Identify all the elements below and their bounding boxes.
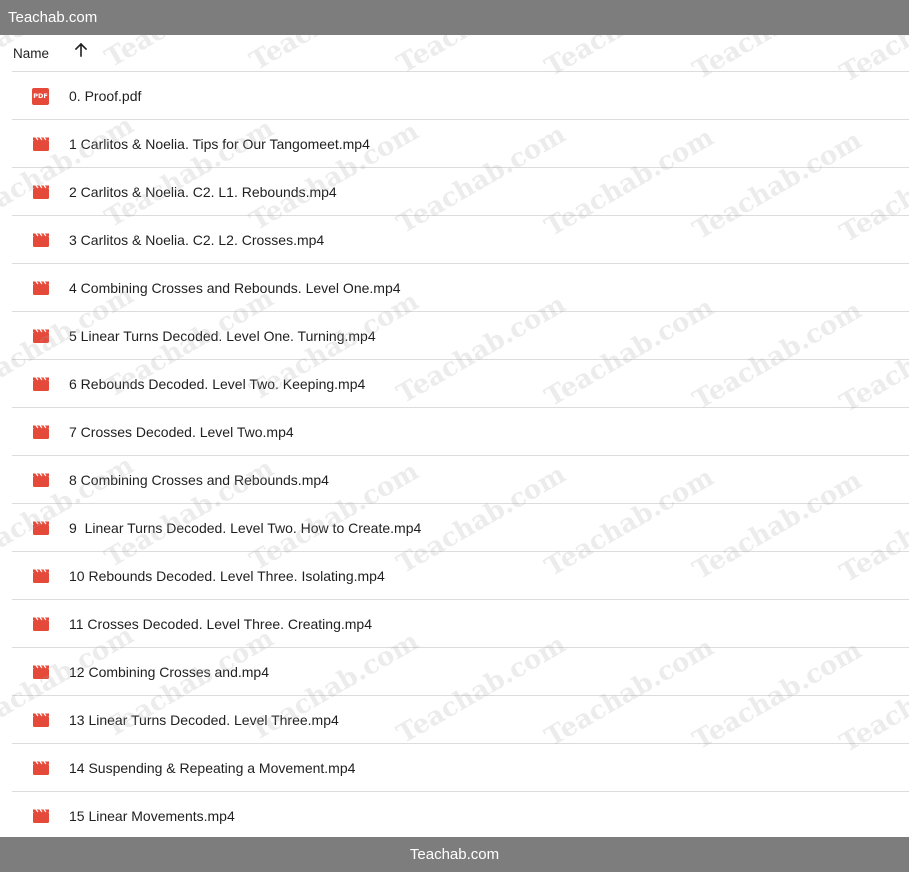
video-icon bbox=[33, 329, 49, 343]
column-header-name[interactable]: Name bbox=[13, 46, 49, 61]
file-name: 11 Crosses Decoded. Level Three. Creatin… bbox=[69, 616, 372, 632]
file-row[interactable]: 2 Carlitos & Noelia. C2. L1. Rebounds.mp… bbox=[12, 168, 909, 216]
file-row[interactable]: 1 Carlitos & Noelia. Tips for Our Tangom… bbox=[12, 120, 909, 168]
video-icon bbox=[33, 377, 49, 391]
video-icon bbox=[33, 185, 49, 199]
file-name: 7 Crosses Decoded. Level Two.mp4 bbox=[69, 424, 294, 440]
file-name: 1 Carlitos & Noelia. Tips for Our Tangom… bbox=[69, 136, 370, 152]
top-bar: Teachab.com bbox=[0, 0, 909, 35]
file-name: 0. Proof.pdf bbox=[69, 88, 142, 104]
file-name: 5 Linear Turns Decoded. Level One. Turni… bbox=[69, 328, 376, 344]
video-icon bbox=[33, 809, 49, 823]
file-name: 3 Carlitos & Noelia. C2. L2. Crosses.mp4 bbox=[69, 232, 325, 248]
video-icon bbox=[33, 569, 49, 583]
video-icon bbox=[33, 617, 49, 631]
footer-text: Teachab.com bbox=[409, 846, 500, 863]
file-row[interactable]: 10 Rebounds Decoded. Level Three. Isolat… bbox=[12, 552, 909, 600]
file-name: 8 Combining Crosses and Rebounds.mp4 bbox=[69, 472, 329, 488]
file-name: 10 Rebounds Decoded. Level Three. Isolat… bbox=[69, 568, 385, 584]
video-icon bbox=[33, 137, 49, 151]
video-icon bbox=[33, 425, 49, 439]
file-row[interactable]: 9 Linear Turns Decoded. Level Two. How t… bbox=[12, 504, 909, 552]
file-row[interactable]: 4 Combining Crosses and Rebounds. Level … bbox=[12, 264, 909, 312]
file-row[interactable]: 6 Rebounds Decoded. Level Two. Keeping.m… bbox=[12, 360, 909, 408]
video-icon bbox=[33, 665, 49, 679]
file-list: PDF 0. Proof.pdf 1 Carlitos & Noelia. Tips… bbox=[12, 72, 909, 840]
file-row[interactable]: PDF 0. Proof.pdf bbox=[12, 72, 909, 120]
video-icon bbox=[33, 281, 49, 295]
bottom-bar: Teachab.com bbox=[0, 837, 909, 872]
file-name: 6 Rebounds Decoded. Level Two. Keeping.m… bbox=[69, 376, 366, 392]
file-row[interactable]: 3 Carlitos & Noelia. C2. L2. Crosses.mp4 bbox=[12, 216, 909, 264]
video-icon bbox=[33, 473, 49, 487]
file-row[interactable]: 11 Crosses Decoded. Level Three. Creatin… bbox=[12, 600, 909, 648]
file-row[interactable]: 5 Linear Turns Decoded. Level One. Turni… bbox=[12, 312, 909, 360]
file-row[interactable]: 13 Linear Turns Decoded. Level Three.mp4 bbox=[12, 696, 909, 744]
file-name: 4 Combining Crosses and Rebounds. Level … bbox=[69, 280, 401, 296]
video-icon bbox=[33, 521, 49, 535]
file-name: 14 Suspending & Repeating a Movement.mp4 bbox=[69, 760, 356, 776]
file-row[interactable]: 12 Combining Crosses and.mp4 bbox=[12, 648, 909, 696]
file-row[interactable]: 7 Crosses Decoded. Level Two.mp4 bbox=[12, 408, 909, 456]
arrow-up-icon[interactable] bbox=[72, 41, 90, 59]
site-title: Teachab.com bbox=[8, 9, 98, 26]
file-row[interactable]: 15 Linear Movements.mp4 bbox=[12, 792, 909, 840]
file-name: 9 Linear Turns Decoded. Level Two. How t… bbox=[69, 520, 422, 536]
file-row[interactable]: 14 Suspending & Repeating a Movement.mp4 bbox=[12, 744, 909, 792]
video-icon bbox=[33, 233, 49, 247]
file-row[interactable]: 8 Combining Crosses and Rebounds.mp4 bbox=[12, 456, 909, 504]
file-name: 15 Linear Movements.mp4 bbox=[69, 808, 235, 824]
file-name: 2 Carlitos & Noelia. C2. L1. Rebounds.mp… bbox=[69, 184, 337, 200]
file-name: 13 Linear Turns Decoded. Level Three.mp4 bbox=[69, 712, 339, 728]
pdf-icon: PDF bbox=[32, 88, 49, 105]
file-name: 12 Combining Crosses and.mp4 bbox=[69, 664, 269, 680]
video-icon bbox=[33, 713, 49, 727]
list-header: Name bbox=[12, 35, 909, 72]
video-icon bbox=[33, 761, 49, 775]
